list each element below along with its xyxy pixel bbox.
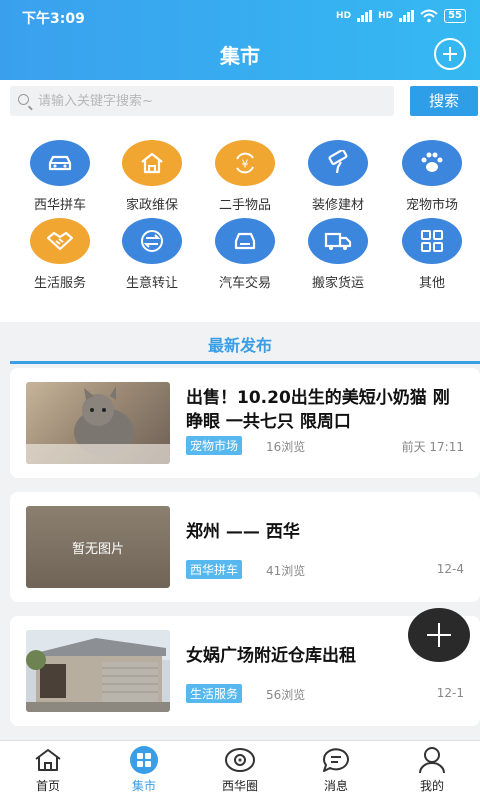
floating-add-button[interactable]: [408, 608, 470, 662]
category-label: 宠物市场: [405, 198, 458, 213]
status-icons: HD HD 55: [336, 9, 466, 23]
post-category-tag: 西华拼车: [186, 560, 243, 579]
page-title: 集市: [220, 44, 260, 68]
category-label: 生活服务: [33, 276, 86, 291]
bottom-tab-bar: 首页 集市 西华圈 消息 我的: [0, 740, 480, 800]
latest-section-title: 最新发布: [207, 336, 272, 355]
post-views: 41浏览: [266, 564, 306, 578]
post-category-tag: 生活服务: [186, 684, 243, 703]
post-meta: 宠物市场 16浏览 前天 17:11: [186, 436, 464, 455]
post-title: 出售！10.20出生的美短小奶猫 刚睁眼 一共七只 限周口: [186, 388, 450, 432]
wifi-icon: [420, 9, 438, 23]
category-label: 搬家货运: [311, 276, 364, 291]
category-label: 二手物品: [218, 198, 271, 213]
post-category-tag: 宠物市场: [186, 436, 243, 455]
tab-messages[interactable]: 消息: [288, 745, 384, 794]
post-card[interactable]: 出售！10.20出生的美短小奶猫 刚睁眼 一共七只 限周口 宠物市场 16浏览 …: [10, 368, 480, 478]
section-divider: [10, 361, 480, 364]
category-life-service[interactable]: 生活服务: [20, 218, 100, 291]
search-icon: [18, 94, 29, 105]
post-views: 16浏览: [266, 440, 306, 454]
tab-label: 首页: [35, 779, 60, 793]
tab-label: 消息: [323, 779, 348, 793]
kitten-photo: [26, 382, 170, 464]
post-time: 12-4: [436, 562, 464, 576]
handshake-icon: [30, 218, 90, 264]
signal-icon-2: [399, 10, 415, 22]
category-housekeeping[interactable]: 家政维保: [112, 140, 192, 213]
tab-label: 集市: [131, 779, 156, 793]
warehouse-photo: [26, 630, 170, 712]
market-icon: [127, 745, 161, 775]
tab-market[interactable]: 集市: [96, 745, 192, 794]
message-icon: [319, 745, 353, 775]
tab-xihua-circle[interactable]: 西华圈: [192, 745, 288, 794]
category-label: 西华拼车: [33, 198, 86, 213]
category-label: 生意转让: [125, 276, 178, 291]
search-button[interactable]: 搜索: [410, 86, 478, 116]
home-icon: [31, 745, 65, 775]
circle-icon: [223, 745, 257, 775]
tab-label: 西华圈: [221, 779, 258, 793]
post-time: 12-1: [436, 686, 464, 700]
category-carpool[interactable]: 西华拼车: [20, 140, 100, 213]
search-box[interactable]: [10, 86, 394, 116]
category-label: 家政维保: [125, 198, 178, 213]
hd-label-2: HD: [378, 11, 394, 21]
signal-icon: [357, 10, 373, 22]
post-meta: 西华拼车 41浏览 12-4: [186, 560, 464, 579]
post-meta: 生活服务 56浏览 12-1: [186, 684, 464, 703]
tab-label: 我的: [419, 779, 444, 793]
category-label: 汽车交易: [218, 276, 271, 291]
no-image-label: 暂无图片: [71, 541, 124, 557]
battery-icon: 55: [444, 9, 466, 23]
add-post-button[interactable]: [434, 38, 466, 70]
house-icon: [122, 140, 182, 186]
car-icon: [30, 140, 90, 186]
header-bar: 下午3:09 HD HD 55 集市: [0, 0, 480, 80]
user-icon: [415, 745, 449, 775]
post-title: 郑州 —— 西华: [186, 522, 300, 542]
category-secondhand[interactable]: ¥ 二手物品: [205, 140, 285, 213]
transfer-icon: [122, 218, 182, 264]
category-label: 其他: [418, 276, 445, 291]
category-moving[interactable]: 搬家货运: [298, 218, 378, 291]
tab-home[interactable]: 首页: [0, 745, 96, 794]
status-bar: 下午3:09 HD HD 55: [22, 8, 466, 28]
post-views: 56浏览: [266, 688, 306, 702]
category-car-trade[interactable]: 汽车交易: [205, 218, 285, 291]
post-card[interactable]: 暂无图片 郑州 —— 西华 西华拼车 41浏览 12-4: [10, 492, 480, 602]
search-input[interactable]: [38, 86, 388, 116]
status-time: 下午3:09: [22, 11, 85, 27]
post-time: 前天 17:11: [401, 440, 464, 454]
no-image-placeholder: 暂无图片: [26, 506, 170, 588]
truck-icon: [308, 218, 368, 264]
grid-icon: [402, 218, 462, 264]
category-decoration[interactable]: 装修建材: [298, 140, 378, 213]
car-front-icon: [215, 218, 275, 264]
paw-icon: [402, 140, 462, 186]
hd-label-1: HD: [336, 11, 352, 21]
category-label: 装修建材: [311, 198, 364, 213]
category-business-transfer[interactable]: 生意转让: [112, 218, 192, 291]
category-pets[interactable]: 宠物市场: [392, 140, 472, 213]
category-other[interactable]: 其他: [392, 218, 472, 291]
tab-me[interactable]: 我的: [384, 745, 480, 794]
paint-roller-icon: [308, 140, 368, 186]
svg-text:¥: ¥: [242, 158, 249, 171]
yuan-exchange-icon: ¥: [215, 140, 275, 186]
